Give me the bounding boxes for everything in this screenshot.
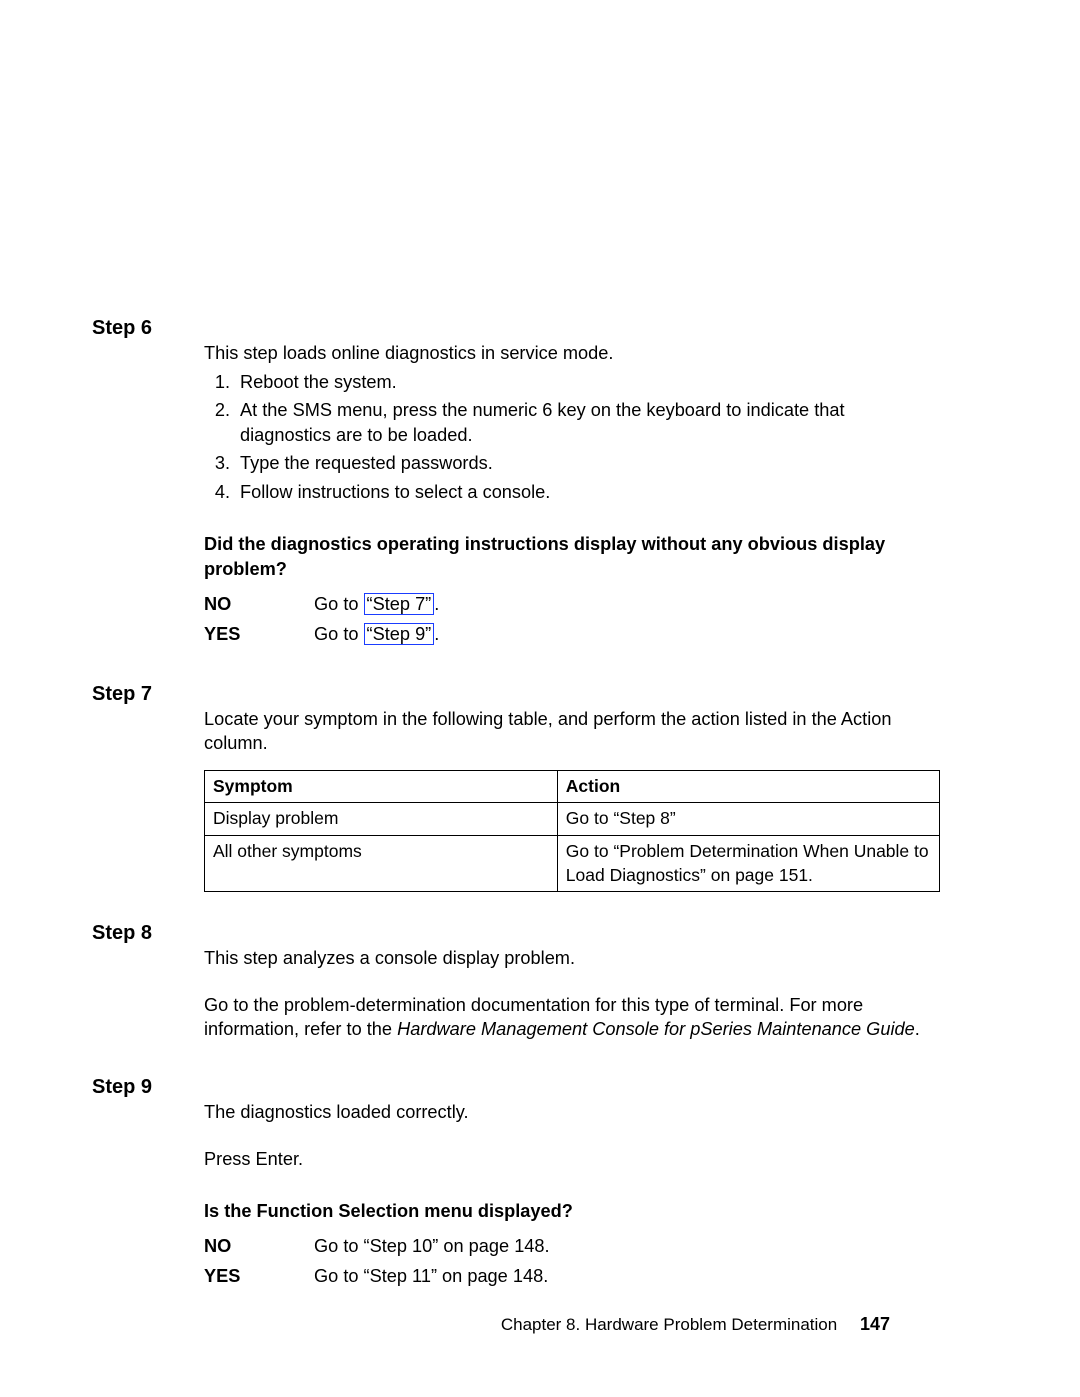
yes-value: Go to “Step 11” on page 148. [314, 1264, 940, 1289]
step-7-heading: Step 7 [92, 683, 204, 893]
cell-action: Go to “Problem Determination When Unable… [557, 836, 939, 892]
step-6-intro: This step loads online diagnostics in se… [204, 341, 940, 366]
yes-label: YES [204, 622, 314, 647]
step-9: Step 9 The diagnostics loaded correctly.… [92, 1076, 940, 1295]
cell-symptom: All other symptoms [205, 836, 558, 892]
link-step7[interactable]: “Step 7” [364, 593, 435, 615]
yes-label: YES [204, 1264, 314, 1289]
step-8-p2: Go to the problem-determination document… [204, 993, 940, 1042]
no-value: Go to “Step 10” on page 148. [314, 1234, 940, 1259]
step-9-p2: Press Enter. [204, 1147, 940, 1172]
cell-symptom: Display problem [205, 803, 558, 836]
book-title: Hardware Management Console for pSeries … [397, 1019, 915, 1039]
yes-value: Go to “Step 9”. [314, 622, 940, 647]
step-9-question: Is the Function Selection menu displayed… [204, 1199, 940, 1224]
no-value: Go to “Step 7”. [314, 592, 940, 617]
cell-action: Go to “Step 8” [557, 803, 939, 836]
step-9-heading: Step 9 [92, 1076, 204, 1295]
step-6-question: Did the diagnostics operating instructio… [204, 532, 940, 581]
step-9-body: The diagnostics loaded correctly. Press … [204, 1076, 940, 1295]
step-9-no-row: NO Go to “Step 10” on page 148. [204, 1234, 940, 1259]
step-6-body: This step loads online diagnostics in se… [204, 317, 940, 653]
table-row: All other symptoms Go to “Problem Determ… [205, 836, 940, 892]
th-action: Action [557, 770, 939, 803]
list-item: 3.Type the requested passwords. [204, 451, 940, 476]
list-item: 2.At the SMS menu, press the numeric 6 k… [204, 398, 940, 447]
step-6-heading: Step 6 [92, 317, 204, 653]
step-6-no-row: NO Go to “Step 7”. [204, 592, 940, 617]
step-8-p1: This step analyzes a console display pro… [204, 946, 940, 971]
step-9-yes-row: YES Go to “Step 11” on page 148. [204, 1264, 940, 1289]
step-6-list: 1.Reboot the system. 2.At the SMS menu, … [204, 370, 940, 505]
list-item: 1.Reboot the system. [204, 370, 940, 395]
page-footer: Chapter 8. Hardware Problem Determinatio… [0, 1314, 1080, 1335]
step-7-intro: Locate your symptom in the following tab… [204, 707, 940, 756]
page-number: 147 [860, 1314, 890, 1334]
step-9-p1: The diagnostics loaded correctly. [204, 1100, 940, 1125]
chapter-label: Chapter 8. Hardware Problem Determinatio… [501, 1315, 837, 1334]
no-label: NO [204, 1234, 314, 1259]
step-7-body: Locate your symptom in the following tab… [204, 683, 940, 893]
table-row: Display problem Go to “Step 8” [205, 803, 940, 836]
step-8-body: This step analyzes a console display pro… [204, 922, 940, 1046]
step-6: Step 6 This step loads online diagnostic… [92, 317, 940, 653]
step-7: Step 7 Locate your symptom in the follow… [92, 683, 940, 893]
th-symptom: Symptom [205, 770, 558, 803]
no-label: NO [204, 592, 314, 617]
step-8: Step 8 This step analyzes a console disp… [92, 922, 940, 1046]
link-step9[interactable]: “Step 9” [364, 623, 435, 645]
step-8-heading: Step 8 [92, 922, 204, 1046]
table-header-row: Symptom Action [205, 770, 940, 803]
step-6-yes-row: YES Go to “Step 9”. [204, 622, 940, 647]
symptom-table: Symptom Action Display problem Go to “St… [204, 770, 940, 893]
list-item: 4.Follow instructions to select a consol… [204, 480, 940, 505]
